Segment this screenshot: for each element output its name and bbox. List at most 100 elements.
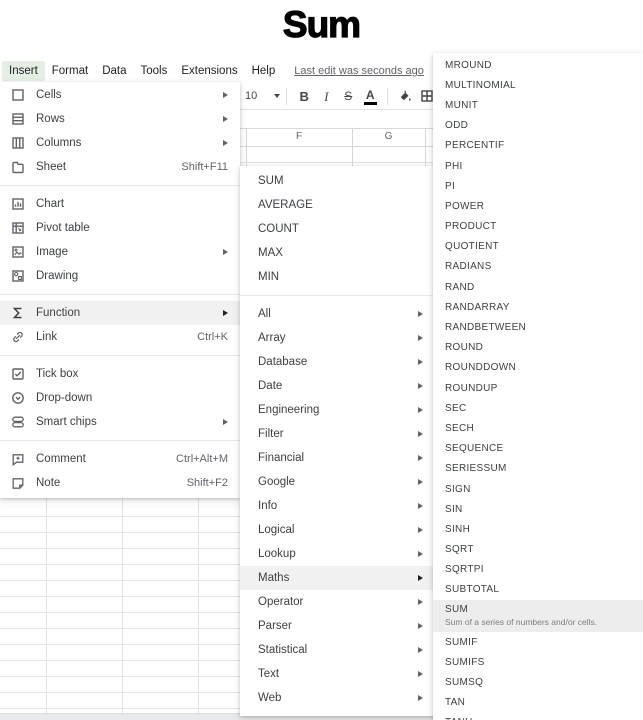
insert-menu-item-sheet[interactable]: Sheet Shift+F11: [0, 155, 240, 179]
function-item-name: SEQUENCE: [445, 443, 633, 454]
function-item[interactable]: SIGN: [433, 479, 643, 499]
menu-item-label: Filter: [258, 428, 284, 440]
function-item[interactable]: TANH: [433, 713, 643, 720]
function-item[interactable]: ROUNDUP: [433, 378, 643, 398]
insert-menu-item-pivot-table[interactable]: Pivot table: [0, 216, 240, 240]
last-edit-link[interactable]: Last edit was seconds ago: [294, 65, 424, 77]
insert-menu-item-drop-down[interactable]: Drop-down: [0, 386, 240, 410]
insert-menu-item-drawing[interactable]: Drawing: [0, 264, 240, 288]
menubar-item[interactable]: Insert: [2, 61, 45, 81]
function-item[interactable]: SUBTOTAL: [433, 580, 643, 600]
menu-item-label: Date: [258, 380, 282, 392]
bold-button[interactable]: B: [293, 90, 315, 103]
italic-button[interactable]: I: [315, 90, 337, 103]
menubar-item[interactable]: Data: [95, 61, 133, 81]
function-item[interactable]: MULTINOMIAL: [433, 75, 643, 95]
function-item[interactable]: SUM Sum of a series of numbers and/or ce…: [433, 600, 643, 632]
function-category-item[interactable]: Google: [240, 470, 437, 494]
column-header-g[interactable]: G: [352, 130, 425, 144]
function-category-item[interactable]: Financial: [240, 446, 437, 470]
function-item[interactable]: SUMIF: [433, 632, 643, 652]
rows-icon: [10, 111, 26, 127]
insert-menu-item-smart-chips[interactable]: Smart chips: [0, 410, 240, 434]
function-category-item[interactable]: Web: [240, 686, 437, 710]
insert-menu-item-chart[interactable]: Chart: [0, 192, 240, 216]
insert-menu-item-function[interactable]: Function: [0, 301, 240, 325]
function-category-item[interactable]: Maths: [240, 566, 437, 590]
function-quick-item[interactable]: MAX: [240, 241, 437, 265]
function-item[interactable]: ROUNDDOWN: [433, 358, 643, 378]
chevron-down-icon: [274, 94, 280, 98]
menu-item-label: Database: [258, 356, 307, 368]
font-size-control[interactable]: 10: [240, 90, 280, 102]
function-item[interactable]: ODD: [433, 116, 643, 136]
function-category-item[interactable]: Filter: [240, 422, 437, 446]
function-item[interactable]: SEC: [433, 398, 643, 418]
function-item[interactable]: SERIESSUM: [433, 459, 643, 479]
function-item[interactable]: MUNIT: [433, 95, 643, 115]
text-color-button[interactable]: A: [359, 87, 381, 105]
function-item[interactable]: PRODUCT: [433, 217, 643, 237]
function-item[interactable]: POWER: [433, 196, 643, 216]
function-item[interactable]: MROUND: [433, 55, 643, 75]
function-item[interactable]: SUMIFS: [433, 652, 643, 672]
grid-line: [198, 497, 199, 713]
column-header-f[interactable]: F: [246, 130, 352, 144]
function-quick-item[interactable]: COUNT: [240, 217, 437, 241]
menu-item-label: Maths: [258, 572, 289, 584]
menubar-item[interactable]: Format: [45, 61, 95, 81]
fill-color-button[interactable]: [394, 88, 416, 104]
insert-menu-item-columns[interactable]: Columns: [0, 131, 240, 155]
menubar-item[interactable]: Tools: [133, 61, 174, 81]
function-item[interactable]: RAND: [433, 277, 643, 297]
function-item[interactable]: RADIANS: [433, 257, 643, 277]
function-item[interactable]: PHI: [433, 156, 643, 176]
strikethrough-button[interactable]: S: [337, 90, 359, 102]
menubar-item[interactable]: Extensions: [174, 61, 244, 81]
insert-menu-item-cells[interactable]: Cells: [0, 83, 240, 107]
function-category-item[interactable]: Date: [240, 374, 437, 398]
function-item-name: PERCENTIF: [445, 140, 633, 151]
function-category-item[interactable]: Database: [240, 350, 437, 374]
function-category-item[interactable]: Array: [240, 326, 437, 350]
insert-menu-item-image[interactable]: Image: [0, 240, 240, 264]
borders-button[interactable]: [416, 88, 433, 104]
function-category-item[interactable]: Operator: [240, 590, 437, 614]
function-item[interactable]: PERCENTIF: [433, 136, 643, 156]
function-category-item[interactable]: Text: [240, 662, 437, 686]
function-item[interactable]: RANDARRAY: [433, 297, 643, 317]
insert-menu-item-rows[interactable]: Rows: [0, 107, 240, 131]
function-category-item[interactable]: Info: [240, 494, 437, 518]
function-item[interactable]: QUOTIENT: [433, 237, 643, 257]
function-category-item[interactable]: Lookup: [240, 542, 437, 566]
function-item[interactable]: SIN: [433, 499, 643, 519]
menu-item-label: Drawing: [36, 270, 78, 282]
maths-functions-submenu: MROUND MULTINOMIAL MUNIT ODD PERCENTIF: [433, 53, 643, 720]
function-category-item[interactable]: Parser: [240, 614, 437, 638]
insert-menu-item-link[interactable]: Link Ctrl+K: [0, 325, 240, 349]
insert-menu-item-comment[interactable]: Comment Ctrl+Alt+M: [0, 447, 240, 471]
function-category-item[interactable]: All: [240, 302, 437, 326]
function-quick-item[interactable]: MIN: [240, 265, 437, 289]
function-item-name: PHI: [445, 161, 633, 172]
function-item[interactable]: SECH: [433, 418, 643, 438]
insert-menu-item-note[interactable]: Note Shift+F2: [0, 471, 240, 495]
menu-item-label: AVERAGE: [258, 199, 313, 211]
function-item[interactable]: SUMSQ: [433, 672, 643, 692]
function-quick-item[interactable]: SUM: [240, 169, 437, 193]
insert-menu-item-tick-box[interactable]: Tick box: [0, 362, 240, 386]
function-item[interactable]: SQRT: [433, 540, 643, 560]
menubar-item[interactable]: Help: [245, 61, 283, 81]
function-item[interactable]: PI: [433, 176, 643, 196]
function-item[interactable]: RANDBETWEEN: [433, 317, 643, 337]
function-item[interactable]: SINH: [433, 519, 643, 539]
function-quick-item[interactable]: AVERAGE: [240, 193, 437, 217]
spreadsheet-grid[interactable]: [0, 497, 240, 713]
function-category-item[interactable]: Statistical: [240, 638, 437, 662]
function-item[interactable]: SQRTPI: [433, 560, 643, 580]
function-item[interactable]: ROUND: [433, 338, 643, 358]
function-item[interactable]: TAN: [433, 693, 643, 713]
function-category-item[interactable]: Logical: [240, 518, 437, 542]
function-item[interactable]: SEQUENCE: [433, 439, 643, 459]
function-category-item[interactable]: Engineering: [240, 398, 437, 422]
